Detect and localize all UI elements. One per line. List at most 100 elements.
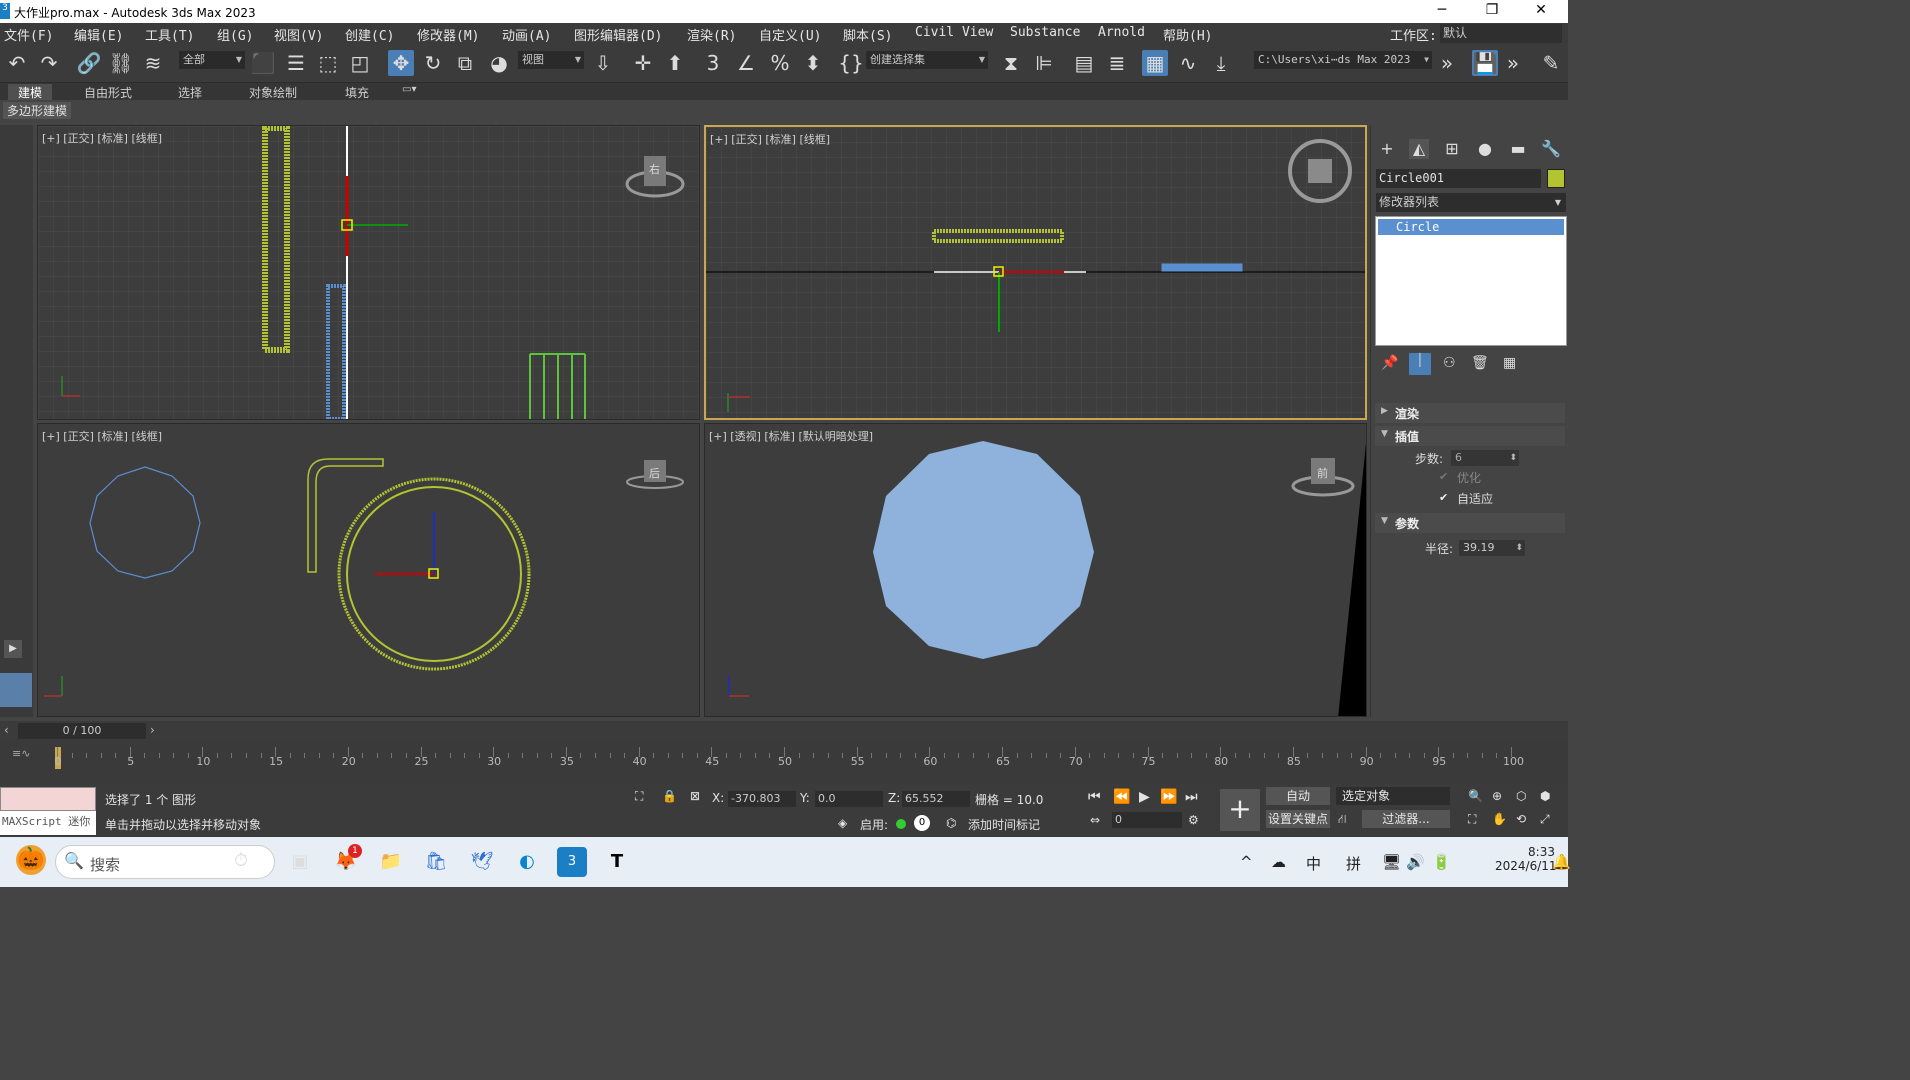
menu-edit[interactable]: 编辑(E) [74, 25, 123, 44]
rollout-interpolation[interactable]: 插值 [1375, 426, 1565, 446]
viewport-top-left-label[interactable]: [+] [正交] [标准] [线框] [42, 130, 162, 146]
mirror-icon[interactable]: ⧗ [998, 50, 1024, 76]
spinner-snap-icon[interactable]: ⬍ [800, 50, 826, 76]
optimize-checkbox[interactable]: ✔ [1439, 471, 1451, 483]
time-tag-icon[interactable]: ⌬ [946, 816, 956, 830]
y-coord-field[interactable]: 0.0 [815, 791, 883, 807]
maxscript-mini[interactable]: MAXScript 迷你 [0, 811, 96, 835]
object-color-swatch[interactable] [1547, 169, 1565, 188]
edge-icon[interactable]: ◐ [512, 847, 542, 877]
show-end-result-icon[interactable]: │ [1409, 353, 1431, 375]
ime-pinyin-icon[interactable]: 拼 [1346, 853, 1361, 874]
field-of-view-icon[interactable]: ⛶ [1468, 812, 1476, 827]
pan-view-icon[interactable]: ✋ [1492, 812, 1507, 826]
absolute-mode-icon[interactable]: ⊠ [690, 789, 700, 803]
timeline-track[interactable]: ≡∿ 0 5 10 15 20 25 30 35 40 45 50 55 60 65 70 75 80 85 90 9… [0, 741, 1568, 783]
select-by-name-icon[interactable]: ☰ [283, 50, 309, 76]
task-view-icon[interactable]: ▣ [285, 847, 315, 877]
unlink-icon[interactable]: ⛓ [108, 50, 134, 76]
prev-key-icon[interactable]: ⏪ [1113, 789, 1130, 805]
viewport-bottom-right[interactable]: [+] [透视] [标准] [默认明暗处理] 前 [704, 423, 1367, 717]
scene-explorer-icon[interactable]: ▤ [1071, 50, 1097, 76]
taskbar-search-box[interactable]: 🔍 搜索 ⏱ [55, 845, 275, 879]
taskbar-clock[interactable]: 8:33 2024/6/11 [1495, 845, 1557, 873]
ime-chinese-icon[interactable]: 中 [1306, 853, 1321, 874]
menu-customize[interactable]: 自定义(U) [759, 25, 821, 44]
tab-selection[interactable]: 选择 [178, 84, 202, 101]
menu-animation[interactable]: 动画(A) [502, 25, 551, 44]
viewport-bottom-right-label[interactable]: [+] [透视] [标准] [默认明暗处理] [709, 428, 873, 444]
modifier-stack[interactable]: Circle [1375, 216, 1567, 346]
tab-populate[interactable]: 填充 [345, 84, 369, 101]
isolate-icon[interactable]: ⛶ [635, 789, 643, 804]
close-button[interactable]: ✕ [1531, 2, 1551, 18]
make-unique-icon[interactable]: ⚇ [1443, 355, 1456, 371]
zoom-extents-all-icon[interactable]: ⬢ [1540, 789, 1550, 803]
zoom-icon[interactable]: 🔍 [1468, 789, 1483, 803]
3dsmax-taskbar-icon[interactable]: 3 [557, 847, 587, 877]
tab-modeling[interactable]: 建模 [8, 84, 53, 101]
x-coord-field[interactable]: -370.803 [728, 791, 796, 807]
keyboard-shortcut-icon[interactable]: ⬆ [662, 50, 688, 76]
stack-item-circle[interactable]: Circle [1378, 219, 1564, 235]
adaptive-checkbox[interactable]: ✔ [1439, 492, 1451, 504]
selected-objects-dropdown[interactable]: 选定对象 [1336, 787, 1450, 805]
object-name-field[interactable]: Circle001 [1376, 169, 1541, 188]
set-key-button[interactable]: 设置关键点 [1266, 810, 1330, 828]
typora-icon[interactable]: T [602, 847, 632, 877]
key-filters-button[interactable]: 过滤器... [1362, 810, 1450, 828]
zoom-all-icon[interactable]: ⊕ [1492, 789, 1502, 803]
file-explorer-icon[interactable]: 📁 [376, 847, 406, 877]
redo-icon[interactable]: ↷ [36, 50, 62, 76]
angle-snap-icon[interactable]: ∠ [733, 50, 759, 76]
viewcube-top-left-face[interactable]: 右 [649, 161, 660, 177]
adaptive-degrade-icon[interactable]: ◈ [838, 816, 847, 830]
menu-civil-view[interactable]: Civil View [915, 25, 993, 40]
more-tools-icon[interactable]: » [1434, 50, 1460, 76]
menu-file[interactable]: 文件(F) [4, 25, 53, 44]
rollout-rendering[interactable]: 渲染 [1375, 403, 1565, 423]
add-time-tag[interactable]: 添加时间标记 [968, 816, 1040, 833]
menu-group[interactable]: 组(G) [217, 25, 253, 44]
viewport-top-right-label[interactable]: [+] [正交] [标准] [线框] [710, 131, 830, 147]
remove-modifier-icon[interactable]: 🗑 [1471, 355, 1489, 371]
rollout-parameters[interactable]: 参数 [1375, 513, 1565, 533]
battery-icon[interactable]: 🔋 [1432, 853, 1451, 871]
next-frame-arrow-icon[interactable]: › [150, 723, 155, 737]
viewport-bottom-left[interactable]: [+] [正交] [标准] [线框] 后 [37, 423, 700, 717]
more-tools-2-icon[interactable]: » [1500, 50, 1526, 76]
lock-icon[interactable]: 🔒 [662, 789, 677, 803]
rect-selection-icon[interactable]: ⬚ [315, 50, 341, 76]
schematic-view-icon[interactable]: ⤓ [1208, 50, 1234, 76]
curve-editor-mini-icon[interactable]: ≡∿ [12, 747, 30, 760]
select-move-icon[interactable]: ✥ [388, 50, 414, 76]
snaps-toggle-icon[interactable]: 3 [700, 50, 726, 76]
play-icon[interactable]: ▶ [1139, 789, 1150, 805]
motion-tab-icon[interactable]: ● [1475, 139, 1495, 159]
set-key-big-icon[interactable]: + [1220, 789, 1260, 831]
menu-scripting[interactable]: 脚本(S) [843, 25, 892, 44]
viewport-layout-icon[interactable] [0, 673, 32, 707]
menu-create[interactable]: 创建(C) [345, 25, 394, 44]
modifier-list-dropdown[interactable]: 修改器列表 [1376, 193, 1566, 212]
workspace-dropdown[interactable]: 默认 [1440, 24, 1562, 43]
curve-editor-icon[interactable]: ∿ [1175, 50, 1201, 76]
zoom-extents-icon[interactable]: ⬡ [1516, 789, 1526, 803]
tab-freeform[interactable]: 自由形式 [84, 84, 132, 101]
menu-graph-editors[interactable]: 图形编辑器(D) [574, 25, 662, 44]
steps-spinner[interactable]: 6 [1451, 450, 1519, 466]
tab-object-paint[interactable]: 对象绘制 [249, 84, 297, 101]
start-orb-icon[interactable]: 🎃 [16, 845, 46, 875]
ribbon-options-icon[interactable]: ▭▾ [402, 84, 416, 95]
tray-overflow-icon[interactable]: ^ [1240, 853, 1253, 871]
z-coord-field[interactable]: 65.552 [902, 791, 970, 807]
bird-app-icon[interactable]: 🕊 [467, 847, 497, 877]
prev-frame-arrow-icon[interactable]: ‹ [4, 723, 9, 737]
viewport-top-left[interactable]: [+] [正交] [标准] [线框] 右 [37, 125, 700, 420]
percent-snap-icon[interactable]: % [767, 50, 793, 76]
display-tab-icon[interactable]: ▬ [1508, 139, 1528, 159]
render-setup-icon[interactable]: 💾 [1472, 50, 1498, 76]
pin-stack-icon[interactable]: 📌 [1381, 355, 1398, 371]
modify-tab-icon[interactable]: ◭ [1409, 139, 1429, 159]
menu-arnold[interactable]: Arnold [1098, 25, 1145, 40]
